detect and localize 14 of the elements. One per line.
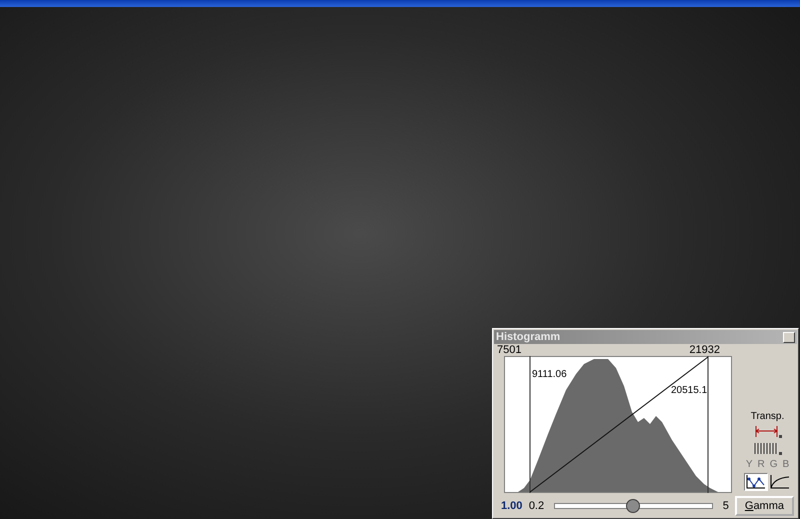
gamma-button[interactable]: Gamma bbox=[734, 496, 794, 516]
bars-icon[interactable] bbox=[752, 442, 782, 456]
range-min-label: 7501 bbox=[497, 345, 522, 356]
low-marker-value: 9111.06 bbox=[532, 369, 567, 380]
gamma-value: 1.00 bbox=[501, 500, 523, 512]
high-marker-value: 20515.1 bbox=[671, 385, 708, 396]
curve-mode-button[interactable] bbox=[744, 473, 768, 491]
range-max-label: 21932 bbox=[689, 345, 720, 356]
range-bracket-icon[interactable] bbox=[752, 425, 782, 439]
slider-max-label: 5 bbox=[722, 500, 729, 512]
slider-thumb[interactable] bbox=[626, 498, 640, 512]
panel-title: Histogramm bbox=[496, 331, 560, 343]
transp-label: Transp. bbox=[750, 411, 784, 422]
slider-min-label: 0.2 bbox=[528, 500, 544, 512]
